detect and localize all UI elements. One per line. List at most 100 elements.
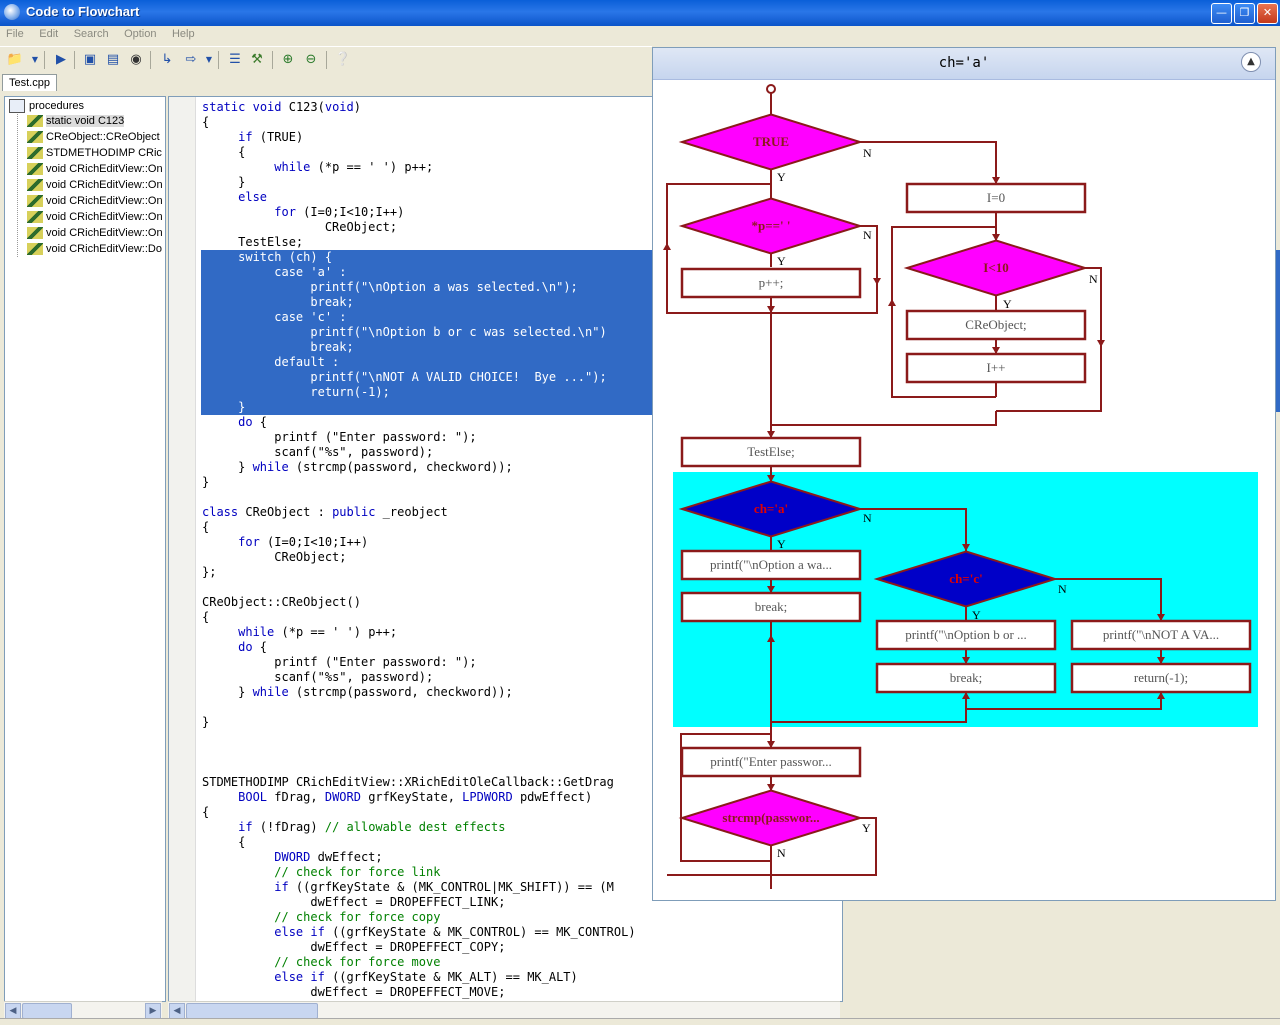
tree-horizontal-scrollbar[interactable]: ◀ ▶ bbox=[4, 1001, 162, 1019]
label-n: N bbox=[777, 846, 786, 860]
title-bar: Code to Flowchart — ❐ ✕ bbox=[0, 0, 1280, 26]
editor-horizontal-scrollbar[interactable]: ◀ bbox=[168, 1001, 840, 1019]
code-line: DWORD dwEffect; bbox=[274, 850, 383, 864]
box-printb-label: printf("\nOption b or ... bbox=[905, 627, 1027, 642]
tab-test-cpp[interactable]: Test.cpp bbox=[2, 74, 57, 91]
decision-true-label: TRUE bbox=[753, 134, 789, 149]
scroll-thumb[interactable] bbox=[22, 1003, 72, 1019]
flow-arrow bbox=[663, 243, 671, 250]
tree-root[interactable]: procedures bbox=[9, 99, 84, 113]
close-button[interactable]: ✕ bbox=[1257, 3, 1278, 24]
tree-item-do[interactable]: void CRichEditView::Do bbox=[27, 243, 162, 259]
code-line: break; bbox=[310, 295, 354, 309]
tools-icon[interactable]: ⚒ bbox=[248, 51, 266, 69]
open-dropdown-icon[interactable]: ▼ bbox=[26, 51, 44, 69]
box-iinc-label: I++ bbox=[987, 360, 1006, 375]
box-break2-label: break; bbox=[950, 670, 982, 685]
restore-button[interactable]: ❐ bbox=[1234, 3, 1255, 24]
box-break1-label: break; bbox=[755, 599, 787, 614]
code-line: { bbox=[202, 115, 210, 129]
box-printnot-label: printf("\nNOT A VA... bbox=[1103, 627, 1219, 642]
code-line: else bbox=[238, 190, 268, 204]
procedure-tree[interactable]: procedures static void C123 CReObject::C… bbox=[4, 96, 166, 1002]
start-node bbox=[766, 84, 776, 94]
code-line: // check for force link bbox=[274, 865, 441, 879]
list-icon[interactable]: ☰ bbox=[226, 51, 244, 69]
toolbar-separator bbox=[218, 51, 219, 69]
code-line: } bbox=[202, 715, 210, 729]
code-line: static void C123(void) bbox=[202, 100, 361, 114]
function-icon bbox=[27, 131, 43, 144]
code-line: printf ("Enter password: "); bbox=[274, 655, 477, 669]
code-line: CReObject; bbox=[274, 550, 347, 564]
code-text[interactable]: static void C123(void){ if (TRUE) { whil… bbox=[202, 100, 636, 1000]
flowchart-canvas[interactable]: TRUE N Y *p==' ' N Yp++; I=0 I<10 N Y CReObject; I+… bbox=[653, 79, 1275, 900]
tree-item-creobject[interactable]: CReObject::CReObject bbox=[27, 131, 160, 147]
scroll-right-icon[interactable]: ▶ bbox=[145, 1003, 161, 1019]
code-line: TestElse; bbox=[238, 235, 304, 249]
menu-option[interactable]: Option bbox=[118, 26, 162, 42]
goto-icon[interactable]: ↳ bbox=[158, 51, 176, 69]
code-line: while (*p == ' ') p++; bbox=[238, 625, 398, 639]
tree-item-on2[interactable]: void CRichEditView::On bbox=[27, 179, 163, 195]
scroll-left-icon[interactable]: ◀ bbox=[5, 1003, 21, 1019]
save-icon[interactable]: ▣ bbox=[81, 51, 99, 69]
toolbar: 📁 ▼ ▶ ▣ ▤ ◉ ↳ ⇨ ▼ ☰ ⚒ ⊕ ⊖ ❔ bbox=[0, 46, 652, 73]
label-y: Y bbox=[1003, 297, 1012, 311]
flowchart-popup[interactable]: ch='a' ▲ TRUE N Y *p==' ' N Yp++; I=0 I<10 N Y CRe… bbox=[652, 47, 1276, 901]
toolbar-separator bbox=[150, 51, 151, 69]
code-line: STDMETHODIMP CRichEditView::XRichEditOle… bbox=[202, 775, 614, 789]
zoom-out-icon[interactable]: ⊖ bbox=[302, 51, 320, 69]
tree-item-label: void CRichEditView::On bbox=[46, 211, 163, 223]
minimize-button[interactable]: — bbox=[1211, 3, 1232, 24]
indent-icon[interactable]: ⇨ bbox=[182, 51, 200, 69]
flow-connector bbox=[860, 141, 997, 184]
box-enterpw-label: printf("Enter passwor... bbox=[710, 754, 832, 769]
find-icon[interactable]: ◉ bbox=[127, 51, 145, 69]
flow-connector bbox=[770, 411, 997, 438]
toolbar-separator bbox=[272, 51, 273, 69]
box-pinc-label: p++; bbox=[759, 275, 784, 290]
code-line: } bbox=[202, 175, 246, 189]
scroll-thumb[interactable] bbox=[186, 1003, 318, 1019]
menu-edit[interactable]: Edit bbox=[33, 26, 64, 42]
tree-item-stdmethodimp[interactable]: STDMETHODIMP CRic bbox=[27, 147, 162, 163]
box-testelse-label: TestElse; bbox=[747, 444, 794, 459]
zoom-in-icon[interactable]: ⊕ bbox=[279, 51, 297, 69]
label-n: N bbox=[1058, 582, 1067, 596]
code-line: scanf("%s", password); bbox=[274, 445, 434, 459]
indent-dropdown-icon[interactable]: ▼ bbox=[200, 51, 218, 69]
tree-item-label: CReObject::CReObject bbox=[46, 131, 160, 143]
toolbar-separator bbox=[326, 51, 327, 69]
tree-item-label: void CRichEditView::On bbox=[46, 227, 163, 239]
function-icon bbox=[27, 147, 43, 160]
save-all-icon[interactable]: ▤ bbox=[104, 51, 122, 69]
collapse-icon[interactable]: ▲ bbox=[1241, 52, 1261, 72]
menu-search[interactable]: Search bbox=[68, 26, 115, 42]
tree-item-c123[interactable]: static void C123 bbox=[27, 115, 125, 131]
label-y: Y bbox=[777, 254, 786, 268]
code-line: { bbox=[202, 610, 210, 624]
scroll-left-icon[interactable]: ◀ bbox=[169, 1003, 185, 1019]
tree-item-on1[interactable]: void CRichEditView::On bbox=[27, 163, 163, 179]
tree-item-on4[interactable]: void CRichEditView::On bbox=[27, 211, 163, 227]
help-icon[interactable]: ❔ bbox=[334, 51, 352, 69]
code-line: break; bbox=[310, 340, 354, 354]
open-folder-icon[interactable]: 📁 bbox=[6, 51, 24, 69]
code-line: { bbox=[202, 520, 210, 534]
tree-item-on5[interactable]: void CRichEditView::On bbox=[27, 227, 163, 243]
tree-item-label: void CRichEditView::On bbox=[46, 195, 163, 207]
menu-help[interactable]: Help bbox=[166, 26, 201, 42]
function-icon bbox=[27, 163, 43, 176]
tree-item-label: STDMETHODIMP CRic bbox=[46, 147, 162, 159]
run-icon[interactable]: ▶ bbox=[52, 51, 70, 69]
menu-file[interactable]: File bbox=[0, 26, 30, 42]
tree-lines bbox=[17, 111, 19, 257]
tree-item-on3[interactable]: void CRichEditView::On bbox=[27, 195, 163, 211]
code-line: { bbox=[202, 805, 210, 819]
popup-title: ch='a' bbox=[938, 55, 990, 71]
box-printa-label: printf("\nOption a wa... bbox=[710, 557, 832, 572]
code-line: else if ((grfKeyState & MK_CONTROL) == M… bbox=[274, 925, 636, 939]
decision-strcmp-label: strcmp(passwor... bbox=[722, 810, 819, 825]
